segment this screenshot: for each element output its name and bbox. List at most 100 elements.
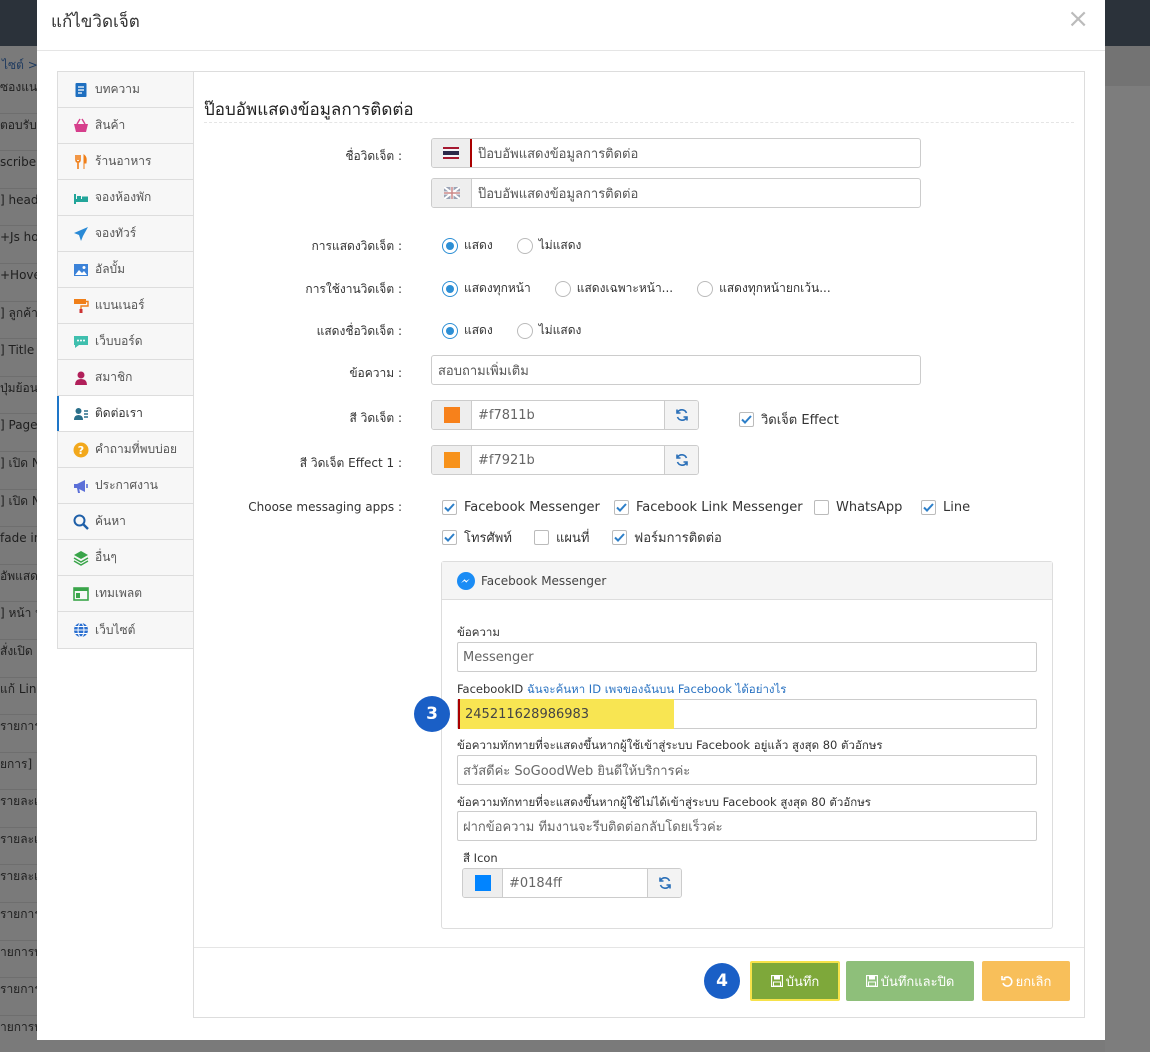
sidebar-item-chat[interactable]: เว็บบอร์ด — [58, 324, 193, 360]
sidebar-item-fork-knife[interactable]: ร้านอาหาร — [58, 144, 193, 180]
app-checkbox[interactable]: Facebook Link Messenger — [614, 500, 803, 515]
app-checkbox[interactable]: ฟอร์มการติดต่อ — [612, 527, 722, 548]
sidebar-item-layers[interactable]: อื่นๆ — [58, 540, 193, 576]
background-row: รายการ — [0, 978, 40, 1016]
app-checkbox[interactable]: Facebook Messenger — [442, 500, 600, 515]
refresh-icon[interactable] — [647, 869, 681, 897]
cancel-button[interactable]: ยกเลิก — [982, 961, 1070, 1001]
greeting-logged-in-input[interactable]: สวัสดีค่ะ SoGoodWeb ยินดีให้บริการค่ะ — [457, 755, 1037, 785]
facebook-id-value[interactable]: 245211628986983 — [458, 699, 674, 729]
modal-title: แก้ไขวิดเจ็ต — [51, 12, 140, 32]
title-divider — [204, 122, 1074, 123]
widget-category-sidebar: บทความ สินค้าร้านอาหารจองห้องพักจองทัวร์อ… — [57, 71, 194, 649]
background-list: ซองแนะตอบรับscribe] heade+Js hov+Hover] … — [0, 76, 40, 1052]
messenger-message-label: ข้อความ — [457, 625, 500, 639]
close-icon[interactable]: × — [1067, 6, 1089, 32]
sidebar-item-template[interactable]: เทมเพลต — [58, 576, 193, 612]
display-radio-group: แสดง ไม่แสดง — [442, 236, 605, 255]
facebook-messenger-panel: Facebook Messenger ข้อความ Messenger Fac… — [441, 561, 1053, 929]
background-row: ] เปิด N — [0, 490, 40, 528]
background-row: +Js hov — [0, 226, 40, 264]
sidebar-item-search[interactable]: ค้นหา — [58, 504, 193, 540]
messenger-panel-header: Facebook Messenger — [442, 562, 1052, 600]
background-row: ] เปิด N — [0, 452, 40, 490]
background-row: ] heade — [0, 189, 40, 227]
background-row: อัพแสด — [0, 565, 40, 603]
sidebar-item-basket[interactable]: สินค้า — [58, 108, 193, 144]
step-4-badge: 4 — [704, 963, 740, 999]
display-label: การแสดงวิดเจ็ต : — [311, 239, 402, 253]
floppy-disk-icon — [865, 975, 878, 987]
widget-color-value: #f7811b — [478, 407, 535, 423]
background-row: รายละเอีย — [0, 828, 40, 866]
sidebar-item-image[interactable]: อัลบั้ม — [58, 252, 193, 288]
icon-color-label: สี Icon — [463, 851, 498, 865]
sidebar-item-document[interactable]: บทความ — [58, 72, 193, 108]
sidebar-item-label: เว็บบอร์ด — [95, 334, 143, 348]
question-icon: ? — [73, 442, 89, 458]
greeting-logged-out-input[interactable]: ฝากข้อความ ทีมงานจะรีบติดต่อกลับโดยเร็วค… — [457, 811, 1037, 841]
show-name-hide-radio[interactable]: ไม่แสดง — [516, 321, 581, 340]
sidebar-item-plane[interactable]: จองทัวร์ — [58, 216, 193, 252]
sidebar-item-label: แบนเนอร์ — [95, 298, 145, 312]
greeting-logged-out-label: ข้อความทักทายที่จะแสดงขึ้นหากผู้ใช้ไม่ได… — [457, 795, 871, 809]
widget-color-picker[interactable]: #f7811b — [431, 400, 699, 430]
app-checkbox[interactable]: WhatsApp — [814, 500, 902, 515]
effect-color-picker[interactable]: #f7921b — [431, 445, 699, 475]
chat-icon — [73, 334, 89, 350]
background-row: รายการ — [0, 903, 40, 941]
sidebar-item-bed[interactable]: จองห้องพัก — [58, 180, 193, 216]
background-row: ายการท — [0, 1016, 40, 1052]
message-input[interactable]: สอบถามเพิ่มเติม — [431, 355, 921, 385]
icon-color-picker[interactable]: #0184ff — [462, 868, 682, 898]
sidebar-item-globe[interactable]: เว็บไซต์ — [58, 612, 193, 648]
widget-form-panel: ป๊อบอัพแสดงข้อมูลการติดต่อ ชื่อวิดเจ็ต :… — [193, 71, 1085, 1018]
sidebar-item-label: จองทัวร์ — [95, 226, 137, 240]
floppy-disk-icon — [770, 975, 783, 987]
search-icon — [73, 514, 89, 530]
app-checkbox[interactable]: แผนที่ — [534, 527, 589, 548]
usage-all-pages-radio[interactable]: แสดงทุกหน้า — [442, 279, 531, 298]
basket-icon — [73, 118, 89, 134]
sidebar-item-contact[interactable]: ติดต่อเรา — [57, 396, 194, 432]
fork-knife-icon — [73, 153, 89, 170]
display-hide-radio[interactable]: ไม่แสดง — [516, 236, 581, 255]
widget-name-label: ชื่อวิดเจ็ต : — [345, 149, 402, 163]
sidebar-item-label: ค้นหา — [95, 514, 126, 528]
sidebar-item-label: ร้านอาหาร — [95, 154, 152, 168]
uk-flag-icon — [432, 179, 472, 207]
greeting-logged-in-label: ข้อความทักทายที่จะแสดงขึ้นหากผู้ใช้เข้าส… — [457, 738, 883, 752]
display-show-radio[interactable]: แสดง — [442, 236, 493, 255]
form-footer: บันทึก บันทึกและปิด ยกเลิก — [194, 947, 1084, 1017]
widget-name-en-input[interactable]: ป๊อบอัพแสดงข้อมูลการติดต่อ — [431, 178, 921, 208]
usage-except-pages-radio[interactable]: แสดงทุกหน้ายกเว้น... — [697, 279, 831, 298]
background-row: ายการท — [0, 941, 40, 979]
megaphone-icon — [73, 478, 89, 494]
sidebar-item-question[interactable]: ? คำถามที่พบบ่อย — [58, 432, 193, 468]
background-row: ปุ่มย้อน — [0, 377, 40, 415]
sidebar-item-user[interactable]: สมาชิก — [58, 360, 193, 396]
widget-color-swatch — [443, 407, 460, 423]
save-and-close-button[interactable]: บันทึกและปิด — [846, 961, 974, 1001]
background-row: ซองแนะ — [0, 76, 40, 114]
widget-effect-checkbox[interactable]: วิดเจ็ต Effect — [739, 409, 839, 430]
refresh-icon[interactable] — [664, 401, 698, 429]
refresh-icon[interactable] — [664, 446, 698, 474]
usage-radio-group: แสดงทุกหน้า แสดงเฉพาะหน้า... แสดงทุกหน้า… — [442, 279, 855, 298]
save-button[interactable]: บันทึก — [750, 961, 840, 1001]
sidebar-item-label: เว็บไซต์ — [95, 622, 136, 637]
app-checkbox[interactable]: โทรศัพท์ — [442, 527, 512, 548]
messenger-message-input[interactable]: Messenger — [457, 642, 1037, 672]
app-checkbox[interactable]: Line — [921, 500, 970, 515]
background-row: +Hover — [0, 264, 40, 302]
user-icon — [73, 370, 89, 386]
widget-name-th-input[interactable]: ป๊อบอัพแสดงข้อมูลการติดต่อ — [431, 138, 921, 168]
sidebar-item-paint-roller[interactable]: แบนเนอร์ — [58, 288, 193, 324]
find-page-id-link[interactable]: ฉันจะค้นหา ID เพจของฉันบน Facebook ได้อย… — [527, 682, 787, 696]
show-name-show-radio[interactable]: แสดง — [442, 321, 493, 340]
usage-specific-pages-radio[interactable]: แสดงเฉพาะหน้า... — [554, 279, 673, 298]
background-row: รายละเ — [0, 865, 40, 904]
usage-label: การใช้งานวิดเจ็ต : — [305, 282, 402, 296]
sidebar-item-megaphone[interactable]: ประกาศงาน — [58, 468, 193, 504]
effect-color-value: #f7921b — [478, 452, 535, 468]
